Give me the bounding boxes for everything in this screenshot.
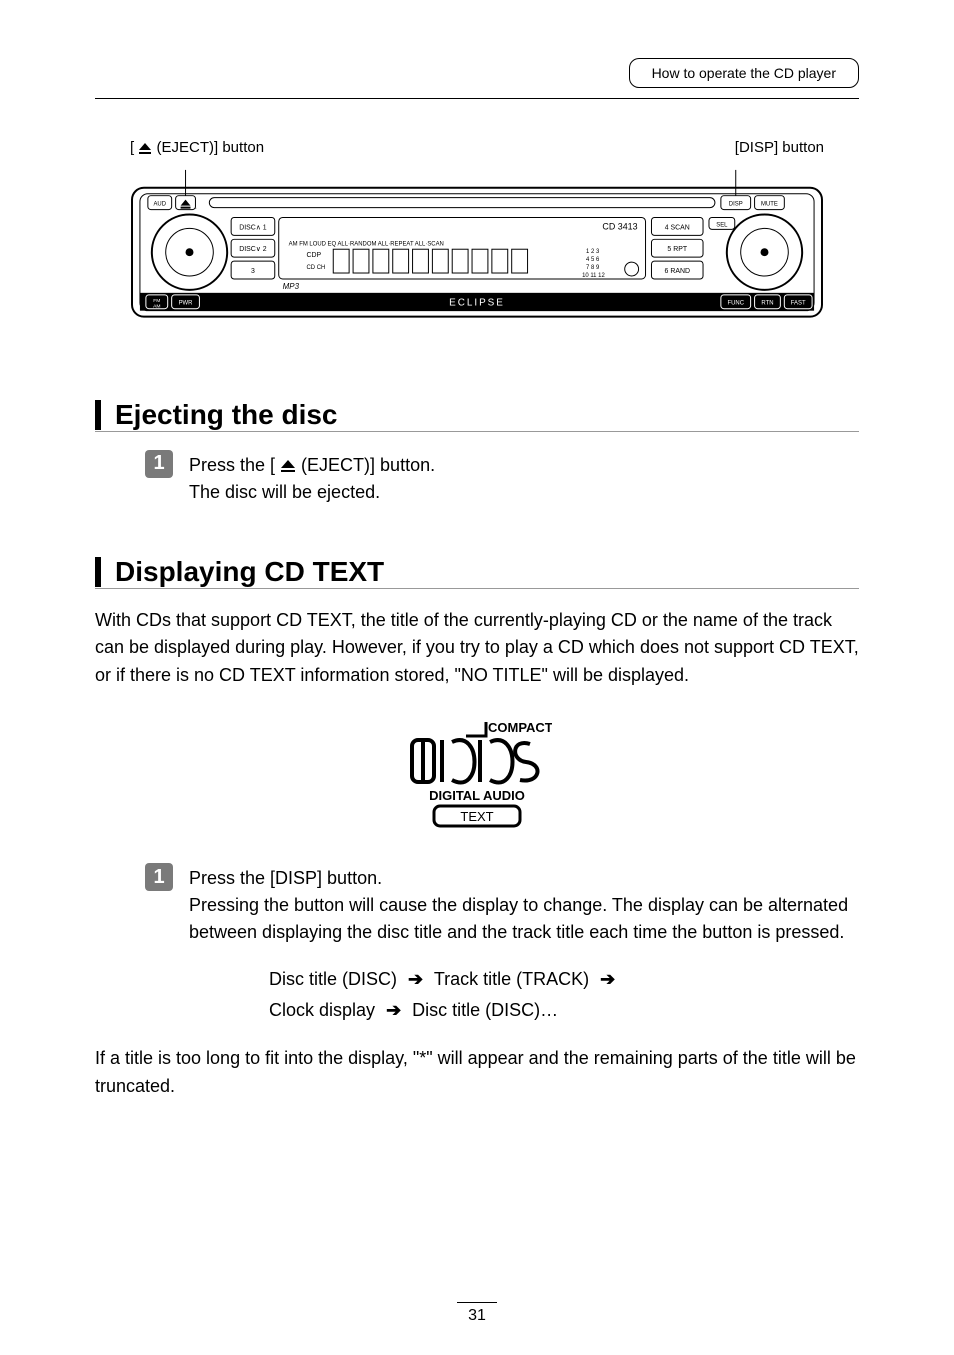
display-flow: Disc title (DISC) ➔ Track title (TRACK) … (269, 964, 859, 1025)
section-cdtext-title: Displaying CD TEXT (95, 556, 859, 589)
flow-item: Disc title (DISC) (269, 969, 397, 989)
cdch-label: CD CH (306, 265, 325, 271)
step-text: Press the [DISP] button. Pressing the bu… (189, 863, 859, 1025)
lcd-nums4: 10 11 12 (582, 273, 605, 279)
step-number-badge: 1 (145, 450, 173, 478)
compact-text: COMPACT (488, 720, 552, 735)
section2-note: If a title is too long to fit into the d… (95, 1045, 859, 1101)
header-divider (95, 98, 859, 99)
lcd-icons-line: AM FM LOUD EQ ALL·RANDOM ALL·REPEAT ALL·… (289, 241, 444, 247)
rand-btn: 6 RAND (665, 268, 690, 275)
section1-step1: 1 Press the [ (EJECT)] button. The disc … (145, 450, 859, 506)
text-label: TEXT (460, 809, 493, 824)
rpt-btn: 5 RPT (667, 246, 687, 253)
func-btn: FUNC (727, 301, 744, 307)
disp-btn: DISP (729, 202, 743, 208)
step-text: Press the [ (EJECT)] button. The disc wi… (189, 450, 859, 506)
step1-prefix: Press the [ (189, 455, 280, 475)
lcd-nums2: 4 5 6 (586, 257, 600, 263)
car-stereo-diagram: VOL ESN RESET AUD DISP MUTE CD 3413 (130, 160, 824, 329)
section-ejecting-title: Ejecting the disc (95, 399, 859, 432)
label-prefix: [ (130, 139, 138, 156)
brand-label: ECLIPSE (449, 298, 505, 309)
mp3-label: MP3 (283, 282, 300, 291)
disp-button-label: [DISP] button (735, 139, 824, 156)
lcd-nums: 1 2 3 (586, 249, 600, 255)
section2-heading: Displaying CD TEXT (115, 556, 384, 588)
section1-heading: Ejecting the disc (115, 399, 338, 431)
section2-intro: With CDs that support CD TEXT, the title… (95, 607, 859, 691)
rtn-btn: RTN (761, 301, 773, 307)
fm-btn: FM (153, 298, 160, 304)
cd-text-logo: COMPACT DIGITAL AUDIO TEXT (95, 718, 859, 833)
fast-btn: FAST (791, 301, 806, 307)
preset3-btn: 3 (251, 268, 255, 275)
section2-step1: 1 Press the [DISP] button. Pressing the … (145, 863, 859, 1025)
arrow-icon: ➔ (600, 964, 615, 995)
disc-down-btn: DISC∨ 2 (239, 246, 267, 253)
mute-btn: MUTE (761, 202, 778, 208)
section-bar-icon (95, 557, 101, 587)
flow-item: Clock display (269, 1000, 375, 1020)
flow-item: Disc title (DISC)… (412, 1000, 558, 1020)
step1-line2: Pressing the button will cause the displ… (189, 892, 859, 946)
diagram-labels: [ (EJECT)] button [DISP] button (130, 139, 824, 156)
eject-icon (280, 459, 296, 473)
cdp-label: CDP (306, 252, 321, 259)
arrow-icon: ➔ (386, 995, 401, 1026)
sel-btn: SEL (716, 222, 728, 228)
compact-disc-logo-svg: COMPACT DIGITAL AUDIO TEXT (402, 718, 552, 828)
stereo-svg: VOL ESN RESET AUD DISP MUTE CD 3413 (130, 160, 824, 329)
scan-btn: 4 SCAN (665, 224, 690, 231)
lcd-nums3: 7 8 9 (586, 265, 600, 271)
disc-up-btn: DISC∧ 1 (239, 224, 267, 231)
step1-sub: The disc will be ejected. (189, 479, 859, 506)
model-label: CD 3413 (602, 221, 637, 231)
step1-line1: Press the [DISP] button. (189, 865, 859, 892)
page-number: 31 (0, 1302, 954, 1325)
step1-suffix: (EJECT)] button. (296, 455, 435, 475)
am-btn: AM (153, 304, 160, 310)
aud-btn: AUD (153, 202, 166, 208)
digital-audio-text: DIGITAL AUDIO (429, 788, 525, 803)
flow-item: Track title (TRACK) (434, 969, 589, 989)
step-number-badge: 1 (145, 863, 173, 891)
label-suffix: (EJECT)] button (152, 139, 264, 156)
section-bar-icon (95, 400, 101, 430)
pwr-btn: PWR (179, 301, 194, 307)
arrow-icon: ➔ (408, 964, 423, 995)
eject-button-label: [ (EJECT)] button (130, 139, 264, 156)
breadcrumb: How to operate the CD player (629, 58, 859, 88)
eject-icon (138, 142, 152, 154)
